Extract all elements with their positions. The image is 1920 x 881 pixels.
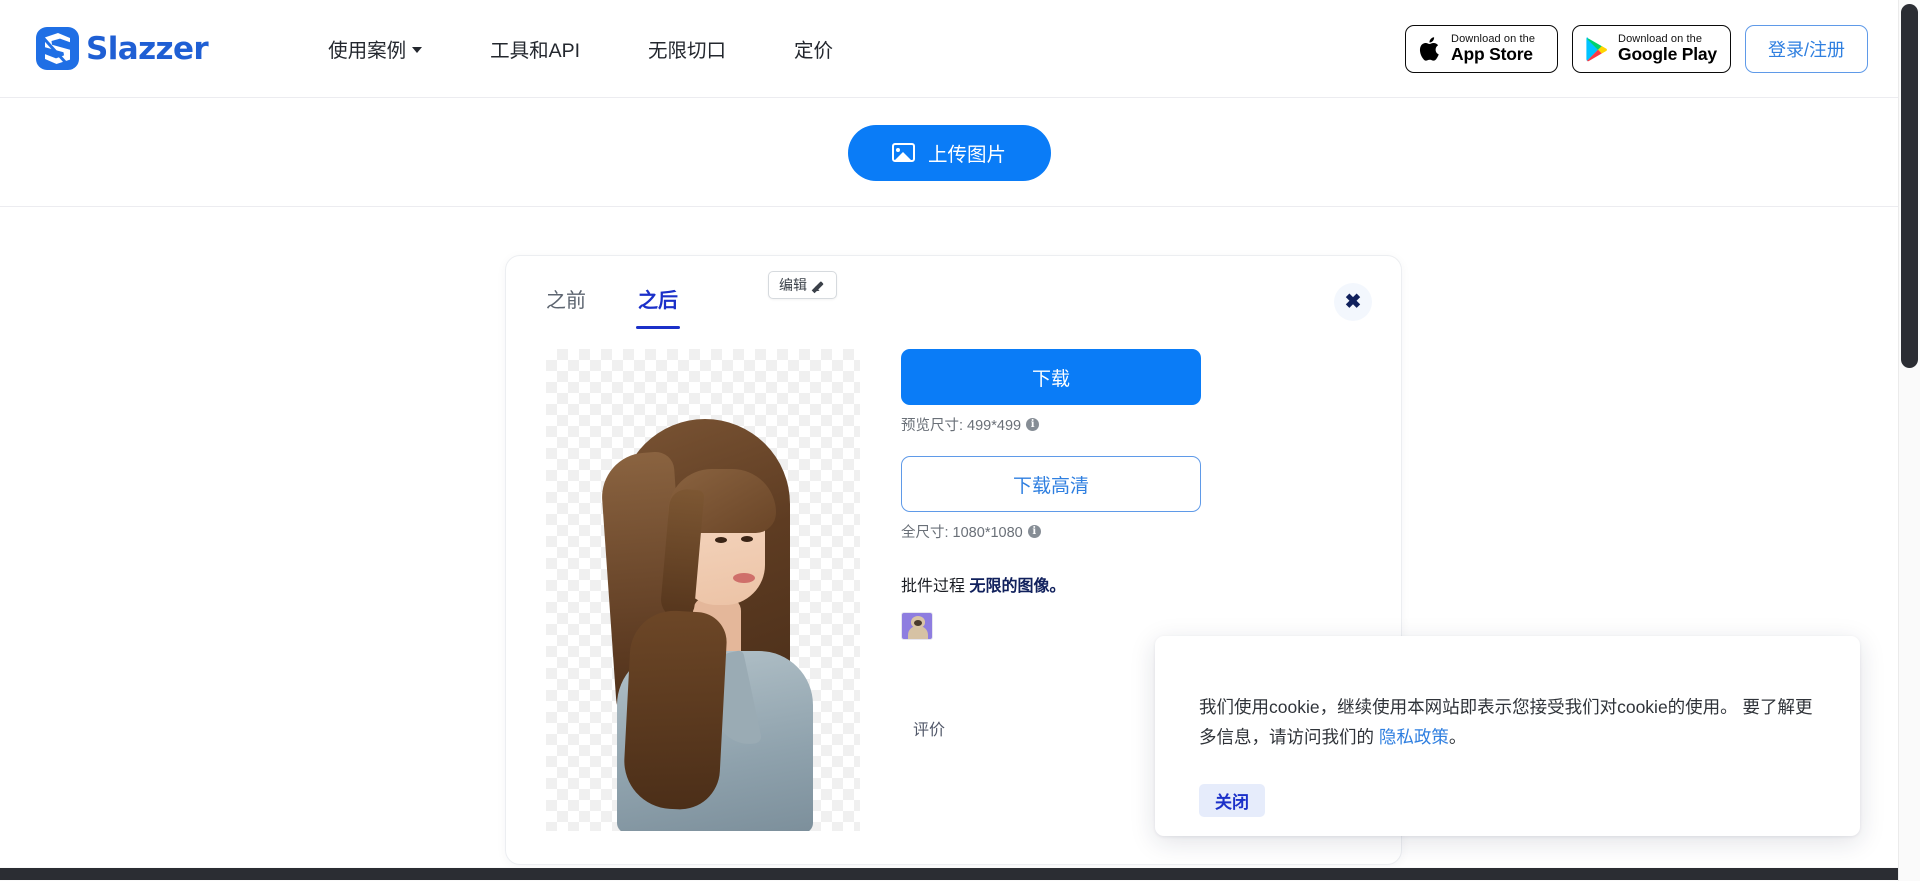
info-icon[interactable]: i [1026, 418, 1040, 431]
upload-image-button[interactable]: 上传图片 [847, 124, 1051, 181]
nav-item-use-cases[interactable]: 使用案例 [328, 28, 423, 69]
batch-process-text: 批件过程 无限的图像。 [901, 572, 1363, 596]
header-actions: Download on the App Store Download on th… [1405, 24, 1868, 73]
cookie-banner: 我们使用cookie，继续使用本网站即表示您接受我们对cookie的使用。 要了… [1155, 636, 1860, 836]
page-root: Slazzer 使用案例 工具和API 无限切口 定价 Download on … [0, 0, 1920, 881]
vertical-scrollbar-thumb[interactable] [1901, 4, 1918, 368]
logo[interactable]: Slazzer [36, 27, 209, 70]
cookie-text-before: 我们使用cookie，继续使用本网站即表示您接受我们对cookie的使用。 要了… [1199, 697, 1813, 748]
apple-icon [1418, 35, 1442, 63]
image-preview [546, 349, 860, 831]
nav-item-label: 无限切口 [648, 40, 727, 62]
cookie-text-after: 。 [1448, 727, 1467, 748]
download-hd-button[interactable]: 下载高清 [901, 456, 1201, 512]
nav-item-label: 使用案例 [328, 40, 407, 62]
close-button[interactable]: ✖ [1334, 283, 1372, 321]
pencil-icon [813, 279, 826, 292]
info-icon[interactable]: i [1027, 525, 1041, 538]
main-nav: 使用案例 工具和API 无限切口 定价 [328, 28, 833, 69]
batch-text-bold: 无限的图像。 [969, 578, 1066, 595]
nav-item-pricing[interactable]: 定价 [794, 28, 833, 69]
google-play-bottom-label: Google Play [1618, 44, 1717, 65]
close-icon: ✖ [1344, 291, 1362, 313]
upload-bar: 上传图片 [0, 99, 1898, 207]
preview-size-label: 预览尺寸: 499*499 [901, 418, 1022, 434]
before-after-tabs: 之前 之后 [546, 284, 680, 329]
privacy-policy-link[interactable]: 隐私政策 [1379, 727, 1449, 747]
horizontal-scrollbar-thumb[interactable] [0, 868, 1898, 880]
vertical-scrollbar-track[interactable] [1898, 0, 1920, 881]
cookie-close-button[interactable]: 关闭 [1199, 784, 1265, 817]
image-icon [891, 143, 915, 162]
upload-button-label: 上传图片 [927, 144, 1006, 166]
chevron-down-icon [412, 46, 423, 53]
cookie-text: 我们使用cookie，继续使用本网站即表示您接受我们对cookie的使用。 要了… [1199, 692, 1821, 752]
tab-after[interactable]: 之后 [636, 284, 680, 329]
app-store-button[interactable]: Download on the App Store [1405, 24, 1559, 73]
nav-item-label: 工具和API [490, 40, 581, 62]
full-size-row: 全尺寸: 1080*1080 i [901, 521, 1363, 542]
batch-text-prefix: 批件过程 [901, 578, 970, 595]
tab-before[interactable]: 之前 [546, 284, 586, 322]
nav-item-tools-api[interactable]: 工具和API [490, 28, 580, 69]
logo-text: Slazzer [86, 30, 209, 67]
google-play-icon [1585, 36, 1609, 62]
nav-item-label: 定价 [794, 40, 834, 62]
google-play-button[interactable]: Download on the Google Play [1572, 24, 1731, 73]
edit-button-label: 编辑 [779, 277, 807, 293]
download-button[interactable]: 下载 [901, 349, 1201, 405]
login-register-button[interactable]: 登录/注册 [1744, 24, 1868, 73]
preview-size-row: 预览尺寸: 499*499 i [901, 414, 1363, 435]
portrait-image [573, 401, 833, 831]
thumbnail-pug[interactable] [901, 612, 933, 640]
edit-button[interactable]: 编辑 [768, 271, 837, 299]
app-store-bottom-label: App Store [1451, 44, 1533, 65]
site-header: Slazzer 使用案例 工具和API 无限切口 定价 Download on … [0, 0, 1898, 98]
slazzer-logo-icon [36, 27, 79, 70]
nav-item-unlimited[interactable]: 无限切口 [648, 28, 726, 69]
full-size-label: 全尺寸: 1080*1080 [901, 525, 1023, 541]
horizontal-scrollbar-track[interactable] [0, 867, 1898, 881]
